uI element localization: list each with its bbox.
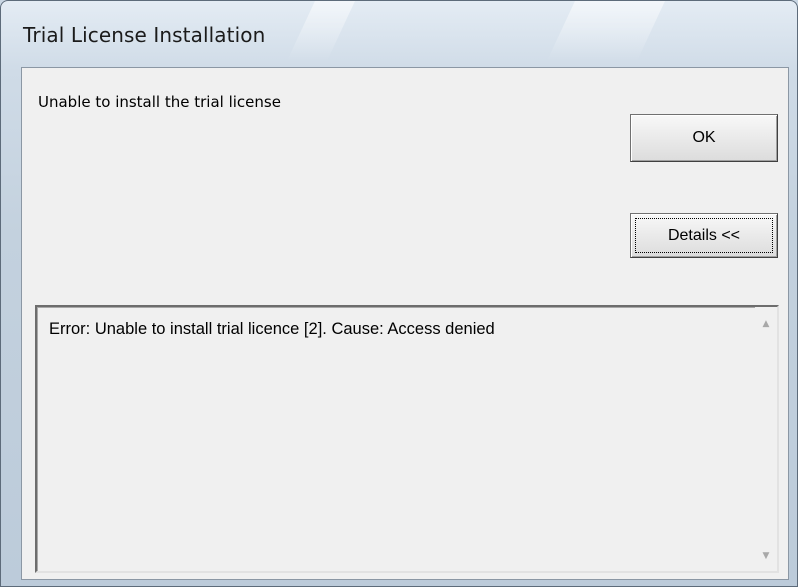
window-title: Trial License Installation	[23, 23, 266, 47]
dialog-window: Trial License Installation Unable to ins…	[0, 0, 798, 587]
scroll-down-arrow-icon[interactable]: ▼	[755, 545, 777, 567]
details-button-label: Details <<	[667, 226, 741, 244]
scroll-up-arrow-icon[interactable]: ▲	[755, 313, 777, 335]
vertical-scrollbar[interactable]: ▲ ▼	[755, 307, 777, 571]
details-text-area[interactable]: Error: Unable to install trial licence […	[35, 305, 779, 573]
details-text: Error: Unable to install trial licence […	[49, 320, 495, 338]
error-message: Unable to install the trial license	[38, 93, 281, 111]
ok-button[interactable]: OK	[630, 114, 778, 162]
ok-button-label: OK	[692, 129, 716, 146]
dialog-client-area: Unable to install the trial license OK D…	[21, 67, 789, 580]
title-bar[interactable]: Trial License Installation	[1, 1, 798, 71]
details-toggle-button[interactable]: Details <<	[630, 213, 778, 258]
